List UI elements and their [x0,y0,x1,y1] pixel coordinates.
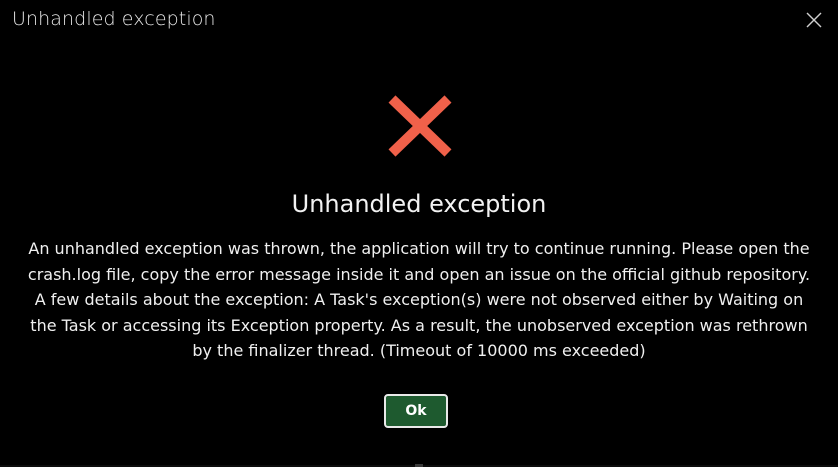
close-button[interactable] [804,10,824,30]
dialog-heading: Unhandled exception [291,190,547,218]
title-bar: Unhandled exception [0,0,838,40]
ok-button[interactable]: Ok [384,394,448,428]
exception-dialog: Unhandled exception Unhandled exception … [0,0,838,467]
error-x-icon [386,94,454,158]
window-title: Unhandled exception [12,8,216,30]
exception-message: An unhandled exception was thrown, the a… [27,239,811,360]
close-icon [806,12,822,28]
